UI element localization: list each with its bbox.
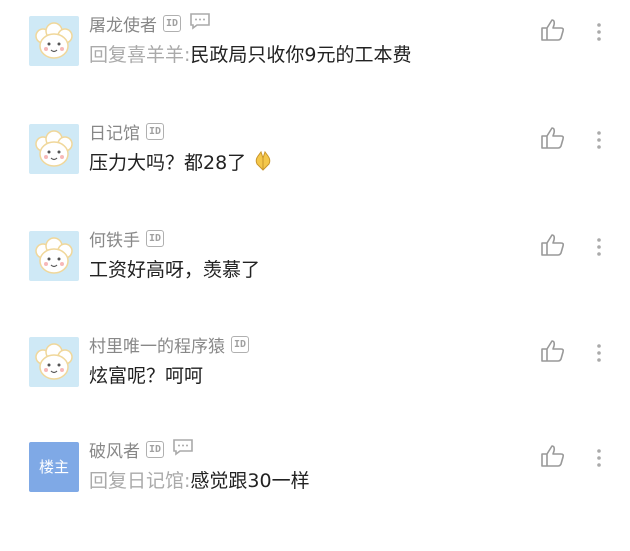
username[interactable]: 村里唯一的程序猿 bbox=[89, 332, 225, 357]
more-vertical-icon[interactable] bbox=[595, 343, 603, 367]
comment-body: 感觉跟30一样 bbox=[190, 470, 310, 492]
more-vertical-icon[interactable] bbox=[595, 130, 603, 154]
comment-text: 工资好高呀，羡慕了 bbox=[89, 255, 260, 282]
sheep-avatar-icon bbox=[35, 130, 73, 167]
comment-body: 炫富呢？呵呵 bbox=[89, 365, 204, 387]
comment-body: 压力大吗？都28了 bbox=[89, 152, 247, 174]
comment-text: 炫富呢？呵呵 bbox=[89, 361, 203, 388]
avatar[interactable] bbox=[29, 16, 79, 66]
comment-item: 屠龙使者 ID 回复喜羊羊:民政局只收你9元的工本费 bbox=[0, 13, 630, 125]
reply-prefix[interactable]: 回复喜羊羊: bbox=[89, 44, 190, 66]
id-badge: ID bbox=[163, 14, 182, 32]
host-label: 楼主 bbox=[38, 458, 69, 476]
comment-body: 民政局只收你9元的工本费 bbox=[190, 44, 412, 66]
comment-text: 回复喜羊羊:民政局只收你9元的工本费 bbox=[89, 40, 412, 67]
comment-item: 村里唯一的程序猿 ID 炫富呢？呵呵 bbox=[0, 335, 630, 446]
thumbs-up-icon[interactable] bbox=[540, 18, 566, 46]
sheep-avatar-icon bbox=[35, 22, 73, 59]
avatar[interactable] bbox=[29, 231, 79, 281]
more-vertical-icon[interactable] bbox=[595, 237, 603, 261]
sheep-avatar-icon bbox=[35, 343, 73, 380]
id-badge: ID bbox=[146, 122, 165, 140]
sheep-avatar-icon bbox=[35, 237, 73, 274]
comment-body: 工资好高呀，羡慕了 bbox=[89, 259, 261, 281]
username[interactable]: 何铁手 bbox=[89, 226, 140, 251]
username[interactable]: 破风者 bbox=[89, 437, 140, 462]
id-badge: ID bbox=[146, 229, 165, 247]
comment-item: 日记馆 ID 压力大吗？都28了 bbox=[0, 122, 630, 233]
folded-hands-emoji bbox=[252, 150, 274, 177]
chat-bubble-icon bbox=[189, 12, 211, 34]
id-badge: ID bbox=[146, 440, 165, 458]
avatar[interactable] bbox=[29, 337, 79, 387]
id-badge: ID bbox=[231, 335, 250, 353]
watermark-fade bbox=[430, 470, 630, 507]
reply-prefix[interactable]: 回复日记馆: bbox=[89, 470, 190, 492]
username[interactable]: 日记馆 bbox=[89, 119, 140, 144]
comment-text: 回复日记馆:感觉跟30一样 bbox=[89, 466, 310, 493]
thumbs-up-icon[interactable] bbox=[540, 444, 566, 472]
username[interactable]: 屠龙使者 bbox=[89, 11, 157, 36]
comment-item: 何铁手 ID 工资好高呀，羡慕了 bbox=[0, 229, 630, 340]
avatar[interactable] bbox=[29, 124, 79, 174]
more-vertical-icon[interactable] bbox=[595, 448, 603, 472]
thumbs-up-icon[interactable] bbox=[540, 339, 566, 367]
more-vertical-icon[interactable] bbox=[595, 22, 603, 46]
chat-bubble-icon bbox=[172, 438, 194, 460]
comment-text: 压力大吗？都28了 bbox=[89, 148, 274, 177]
avatar[interactable]: 楼主 bbox=[29, 442, 79, 492]
thumbs-up-icon[interactable] bbox=[540, 233, 566, 261]
thumbs-up-icon[interactable] bbox=[540, 126, 566, 154]
